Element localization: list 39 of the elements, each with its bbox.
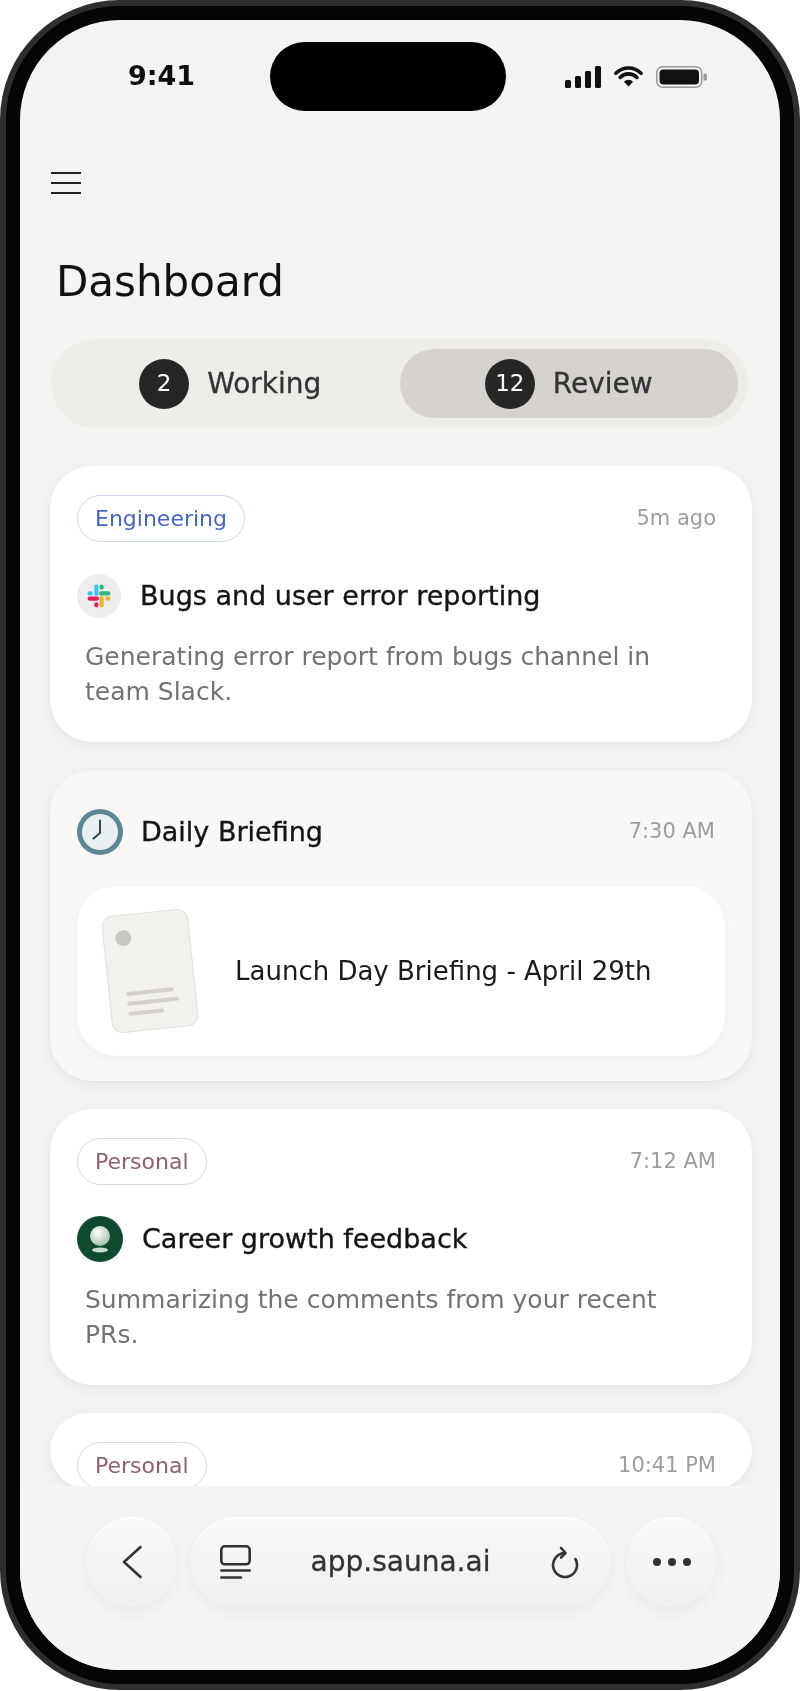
card-description: Generating error report from bugs channel in team Slack.: [84, 641, 652, 708]
address-bar[interactable]: app.sauna.ai: [191, 1517, 610, 1607]
category-tag: Personal: [77, 1138, 207, 1185]
timestamp: 10:41 PM: [618, 1452, 716, 1479]
menu-icon: [51, 172, 81, 194]
briefing-card[interactable]: Daily Briefing 7:30 AM Launch Day Briefing - April 29th: [50, 770, 752, 1081]
page-title: Dashboard: [56, 257, 284, 307]
signal-icon: [565, 65, 601, 88]
card-description: Summarizing the comments from your recent PRs.: [84, 1284, 658, 1351]
card-title: Career growth feedback: [142, 1222, 468, 1256]
task-card[interactable]: Personal 10:41 PM: [50, 1413, 752, 1486]
card-title: Bugs and user error reporting: [140, 579, 541, 613]
timestamp: 7:12 AM: [629, 1148, 716, 1175]
url-text: app.sauna.ai: [310, 1544, 491, 1580]
timestamp: 5m ago: [636, 505, 716, 532]
task-card[interactable]: Engineering 5m ago Bugs and user error reporting Generating error report from bugs channel in team Slack.: [50, 466, 752, 742]
category-tag: Personal: [77, 1442, 207, 1486]
clock-icon: [77, 809, 123, 855]
back-icon: [120, 1545, 143, 1579]
reload-button[interactable]: [550, 1545, 580, 1579]
tab-button[interactable]: 2 Working: [61, 349, 400, 418]
page-icon: [220, 1545, 251, 1579]
more-icon: [652, 1558, 691, 1566]
attachment-card[interactable]: Launch Day Briefing - April 29th: [77, 886, 725, 1056]
tab-button[interactable]: 12 Review: [399, 349, 738, 418]
timestamp: 7:30 AM: [628, 819, 715, 845]
wifi-icon: [614, 66, 643, 87]
task-card[interactable]: Personal 7:12 AM Career growth feedback Summarizing the comments from your recent PRs.: [50, 1109, 752, 1385]
sphere-icon: [77, 1216, 123, 1262]
attachment-title: Launch Day Briefing - April 29th: [235, 954, 652, 988]
reload-icon: [550, 1545, 580, 1579]
hash-logo-icon: [77, 574, 121, 618]
menu-button[interactable]: [51, 172, 81, 194]
battery-icon: [656, 65, 707, 88]
count-badge: 12: [484, 358, 535, 409]
category-tag: Engineering: [77, 495, 245, 542]
card-title: Daily Briefing: [141, 815, 323, 849]
count-badge: 2: [139, 358, 190, 409]
status-time: 9:41: [128, 61, 196, 89]
